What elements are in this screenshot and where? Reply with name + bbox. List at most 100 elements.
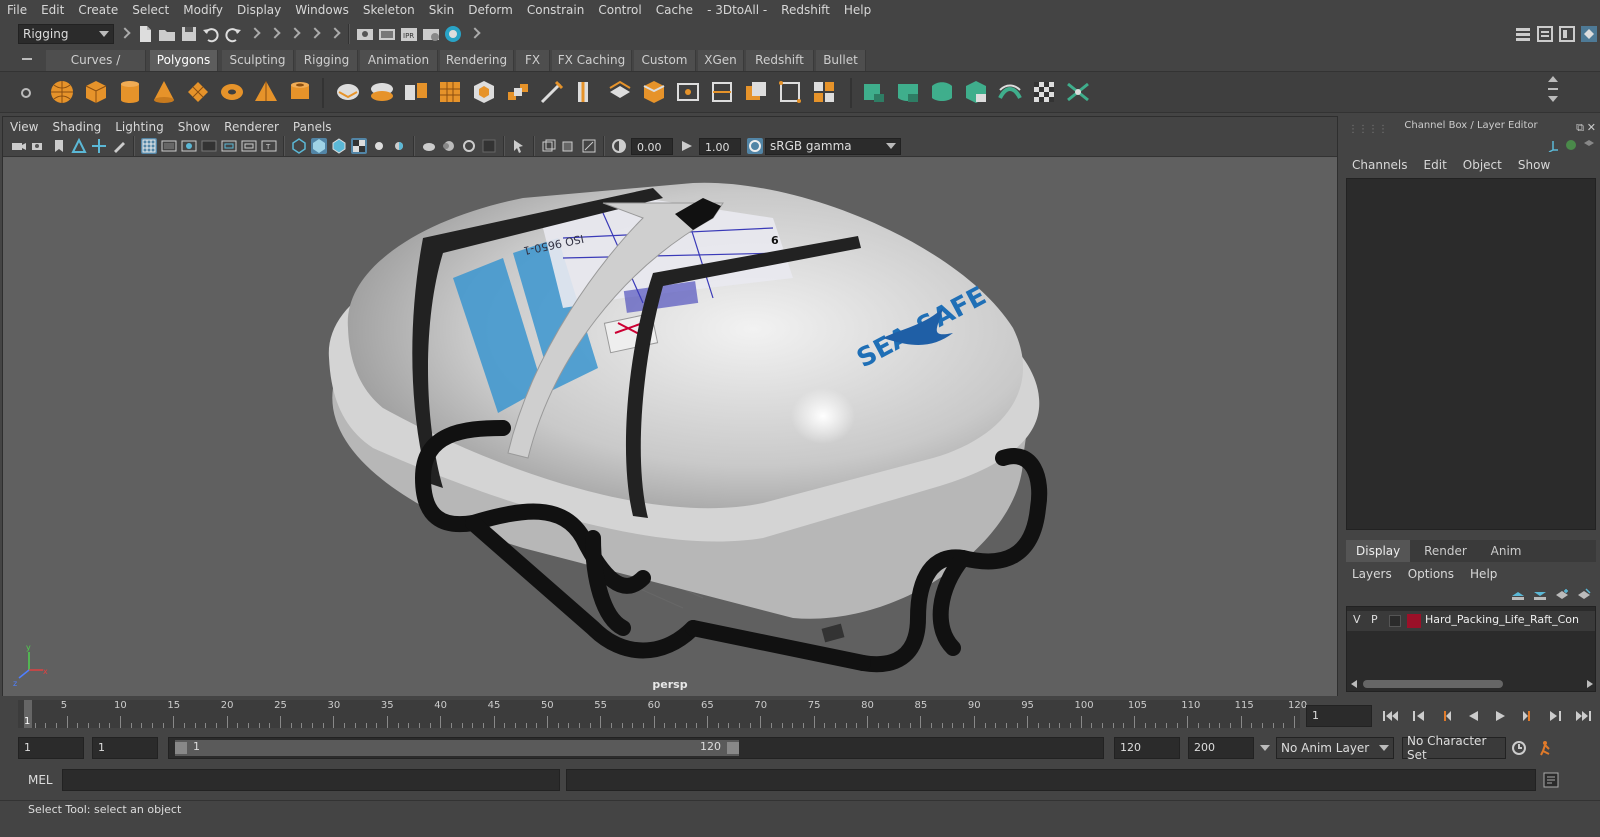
step-forward-key-icon[interactable] [1520, 709, 1536, 723]
create-layer-icon[interactable] [1554, 588, 1570, 602]
menu-create[interactable]: Create [71, 0, 125, 20]
axis-icon[interactable] [1546, 138, 1560, 152]
uv-unfold-icon[interactable] [996, 78, 1024, 106]
exposure-field[interactable]: 0.00 [631, 137, 673, 155]
uv-editor-icon[interactable] [1064, 78, 1092, 106]
layer-menu-options[interactable]: Options [1400, 567, 1462, 581]
2d-pan-zoom-icon[interactable] [91, 138, 107, 154]
wireframe-icon[interactable] [291, 138, 307, 154]
target-weld-icon[interactable] [674, 78, 702, 106]
tab-custom[interactable]: Custom [634, 50, 696, 71]
tab-polygons[interactable]: Polygons [150, 50, 218, 71]
character-set-dropdown[interactable]: No Character Set [1402, 734, 1506, 762]
menu-redshift[interactable]: Redshift [774, 0, 837, 20]
expand-chevron-icon[interactable] [250, 26, 258, 42]
animation-preferences-icon[interactable] [1538, 739, 1556, 757]
render-frame-icon[interactable] [377, 24, 397, 44]
script-editor-icon[interactable] [1542, 771, 1560, 789]
xray-active-components-icon[interactable] [561, 138, 577, 154]
viewport-menu-view[interactable]: View [3, 120, 45, 134]
gear-icon[interactable] [20, 87, 32, 99]
anti-aliasing-icon[interactable] [461, 138, 477, 154]
combine-icon[interactable] [334, 78, 362, 106]
screen-space-ao-icon[interactable] [421, 138, 437, 154]
uv-planar-icon[interactable] [860, 78, 888, 106]
range-slider-handle[interactable]: 1 120 [175, 740, 739, 756]
auto-key-icon[interactable] [1510, 739, 1528, 757]
play-backwards-icon[interactable] [1465, 709, 1481, 723]
step-forward-frame-icon[interactable] [1547, 709, 1563, 723]
channel-box-area[interactable] [1346, 178, 1596, 530]
go-to-start-icon[interactable] [1382, 709, 1400, 723]
mode-selector-dropdown[interactable]: Rigging [18, 24, 114, 44]
workspace-icon[interactable] [1513, 24, 1533, 44]
animation-end-field[interactable]: 200 [1188, 737, 1254, 759]
gamma-icon[interactable] [679, 138, 695, 154]
channel-box-icon[interactable] [1579, 24, 1599, 44]
expand-chevron-icon[interactable] [290, 26, 298, 42]
viewport-menu-lighting[interactable]: Lighting [108, 120, 171, 134]
layer-color-swatch[interactable] [1407, 614, 1421, 628]
anim-layer-dropdown[interactable]: No Anim Layer [1276, 737, 1394, 759]
create-layer-from-selection-icon[interactable] [1576, 588, 1592, 602]
tool-settings-icon[interactable] [1557, 24, 1577, 44]
viewport-menu-panels[interactable]: Panels [286, 120, 339, 134]
chevron-down-icon[interactable] [1260, 745, 1270, 751]
gamma-field[interactable]: 1.00 [699, 137, 741, 155]
shelf-scroll[interactable] [1548, 76, 1558, 110]
bookmark-icon[interactable] [51, 138, 67, 154]
poly-cube-icon[interactable] [82, 78, 110, 106]
exposure-icon[interactable] [611, 138, 627, 154]
tab-xgen[interactable]: XGen [698, 50, 744, 71]
channel-box-menu-object[interactable]: Object [1455, 158, 1510, 172]
time-slider[interactable]: 5 10 15 20 25 30 35 40 45 50 55 60 65 70 75 80 85 90 95 100… [18, 700, 1307, 728]
smooth-shade-icon[interactable] [311, 138, 327, 154]
separate-icon[interactable] [368, 78, 396, 106]
new-scene-icon[interactable] [135, 24, 155, 44]
uv-cylindrical-icon[interactable] [894, 78, 922, 106]
wireframe-on-shaded-icon[interactable] [331, 138, 347, 154]
xray-joints-icon[interactable] [581, 138, 597, 154]
menu-display[interactable]: Display [230, 0, 288, 20]
menu-file[interactable]: File [0, 0, 34, 20]
channel-box-menu-show[interactable]: Show [1510, 158, 1558, 172]
viewport-menu-show[interactable]: Show [171, 120, 217, 134]
shelf-menu-icon[interactable] [22, 58, 32, 60]
bevel-icon[interactable] [640, 78, 668, 106]
camera-icon[interactable] [11, 138, 27, 154]
layer-menu-layers[interactable]: Layers [1344, 567, 1400, 581]
menu-3dtoall[interactable]: - 3DtoAll - [700, 0, 774, 20]
range-start-handle[interactable] [175, 742, 187, 754]
3d-viewport-canvas[interactable]: ISO 9650-1 6 SEA-SAFE [3, 158, 1337, 696]
range-slider[interactable]: 1 120 [168, 737, 1104, 759]
textured-icon[interactable] [351, 138, 367, 154]
offset-edge-icon[interactable] [606, 78, 634, 106]
render-view-icon[interactable] [355, 24, 375, 44]
poly-pyramid-icon[interactable] [252, 78, 280, 106]
render-settings-icon[interactable] [421, 24, 441, 44]
menu-modify[interactable]: Modify [176, 0, 230, 20]
expand-chevron-icon[interactable] [470, 26, 478, 42]
menu-skeleton[interactable]: Skeleton [356, 0, 422, 20]
tab-rendering[interactable]: Rendering [440, 50, 514, 71]
step-back-key-icon[interactable] [1438, 709, 1454, 723]
uv-automatic-icon[interactable] [962, 78, 990, 106]
layer-row[interactable]: V P Hard_Packing_Life_Raft_Con [1347, 611, 1595, 631]
menu-select[interactable]: Select [125, 0, 176, 20]
menu-cache[interactable]: Cache [649, 0, 700, 20]
resolution-gate-icon[interactable] [181, 138, 197, 154]
layer-name[interactable]: Hard_Packing_Life_Raft_Con [1425, 613, 1595, 626]
hypershade-icon[interactable] [443, 24, 463, 44]
poly-torus-icon[interactable] [218, 78, 246, 106]
edge-loop-icon[interactable] [572, 78, 600, 106]
camera-attributes-icon[interactable] [31, 138, 47, 154]
gate-mask-icon[interactable] [201, 138, 217, 154]
motion-blur-icon[interactable] [441, 138, 457, 154]
film-gate-icon[interactable] [161, 138, 177, 154]
save-scene-icon[interactable] [179, 24, 199, 44]
float-panel-icon[interactable]: ⧉ [1576, 118, 1584, 138]
step-back-frame-icon[interactable] [1411, 709, 1427, 723]
viewport-menu-shading[interactable]: Shading [45, 120, 108, 134]
xray-icon[interactable] [541, 138, 557, 154]
tab-fx-caching[interactable]: FX Caching [552, 50, 632, 71]
